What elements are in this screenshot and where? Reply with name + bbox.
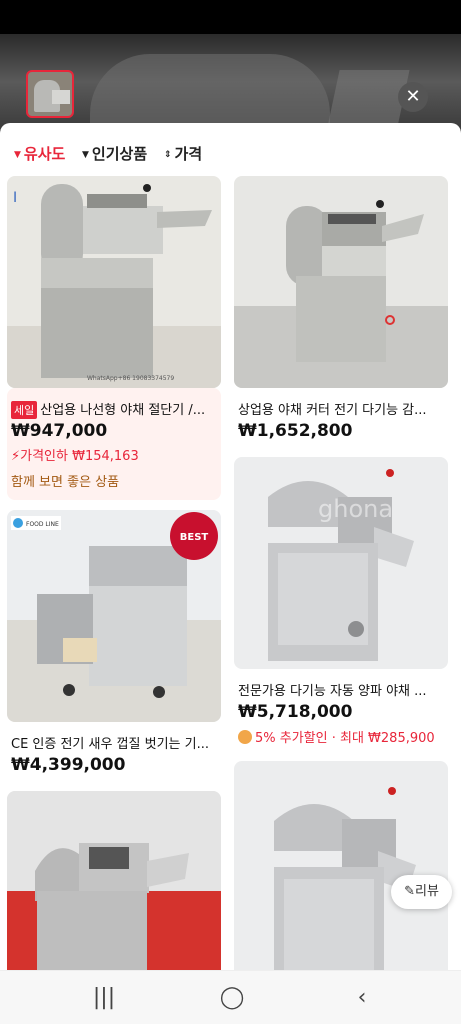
product-price: ₩947,000 <box>11 421 108 441</box>
back-icon[interactable]: ‹ <box>342 983 382 1013</box>
extra-discount-label: 5% 추가할인 · 최대 ₩285,900 <box>238 727 435 746</box>
product-price: ₩4,399,000 <box>11 755 126 775</box>
sale-badge: 세일 <box>11 401 38 419</box>
recent-apps-icon[interactable]: ||| <box>84 983 124 1013</box>
brand-logo: FOOD LINE <box>26 521 59 528</box>
arrow-down-icon: ▼ <box>82 150 89 160</box>
price-drop-label: ⚡가격인하 ₩154,163 <box>11 449 139 464</box>
image-watermark: ghona <box>318 495 393 523</box>
product-title[interactable]: 세일 산업용 나선형 야채 절단기 /... <box>11 399 223 419</box>
product-image[interactable] <box>234 176 448 388</box>
sort-price[interactable]: ⇕ 가격 <box>164 143 202 164</box>
lightning-icon: ⚡ <box>11 449 21 464</box>
sort-up-down-icon: ⇕ <box>164 150 172 160</box>
system-navigation-bar: ||| ◯ ‹ <box>0 970 461 1024</box>
sort-bar: ▼ 유사도 ▼ 인기상품 ⇕ 가격 <box>0 123 461 175</box>
home-icon[interactable]: ◯ <box>212 983 252 1013</box>
close-button[interactable]: ✕ <box>398 82 428 112</box>
sort-similarity[interactable]: ▼ 유사도 <box>14 143 65 164</box>
coin-icon <box>238 730 252 744</box>
product-price: ₩5,718,000 <box>238 702 353 722</box>
pencil-icon: ✎ <box>404 884 415 899</box>
close-icon: ✕ <box>405 86 421 107</box>
product-image[interactable]: ghona <box>234 457 448 669</box>
related-products-link[interactable]: 함께 보면 좋은 상품 <box>11 471 119 490</box>
product-image[interactable]: I WhatsApp+86 19083374579 <box>7 176 221 388</box>
product-title[interactable]: CE 인증 전기 새우 껍질 벗기는 기... <box>11 733 223 752</box>
product-title[interactable]: 상업용 야채 커터 전기 다기능 감... <box>238 399 450 418</box>
image-watermark: WhatsApp+86 19083374579 <box>87 375 174 382</box>
product-image[interactable]: FOOD LINE BEST <box>7 510 221 722</box>
svg-text:I: I <box>13 190 17 206</box>
status-bar <box>0 0 461 34</box>
arrow-down-icon: ▼ <box>14 150 21 160</box>
gallery-thumbnail[interactable] <box>26 70 74 118</box>
product-price: ₩1,652,800 <box>238 421 353 441</box>
best-seller-seal: BEST <box>180 532 209 543</box>
sort-popular[interactable]: ▼ 인기상품 <box>82 143 147 164</box>
product-title[interactable]: 전문가용 다기능 자동 양파 야채 ... <box>238 680 450 699</box>
review-button[interactable]: ✎리뷰 <box>391 875 452 909</box>
